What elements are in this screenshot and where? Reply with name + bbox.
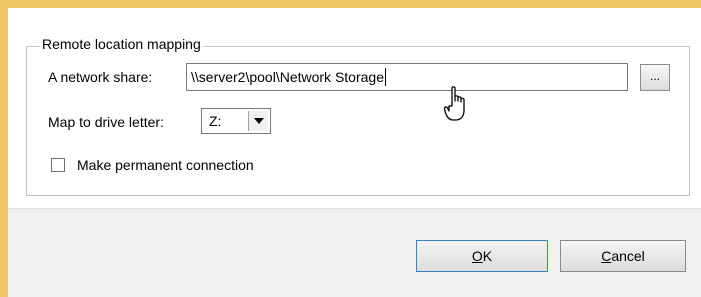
permanent-connection-label[interactable]: Make permanent connection	[77, 155, 254, 175]
network-share-input[interactable]: \\server2\pool\Network Storage	[186, 63, 628, 91]
dropdown-arrow-icon[interactable]	[248, 111, 268, 131]
ok-accelerator: O	[471, 248, 483, 264]
drive-letter-value: Z:	[209, 113, 222, 129]
cancel-button[interactable]: Cancel	[560, 240, 686, 272]
drive-letter-label: Map to drive letter:	[48, 114, 164, 130]
text-caret	[384, 68, 386, 86]
window-top-frame	[0, 0, 701, 8]
permanent-connection-checkbox[interactable]	[51, 158, 65, 172]
cancel-label-rest: ancel	[611, 248, 645, 264]
cancel-accelerator: C	[601, 248, 612, 264]
drive-letter-select[interactable]: Z:	[201, 108, 271, 134]
ok-label-rest: K	[482, 248, 493, 264]
browse-button[interactable]: ...	[640, 64, 670, 91]
network-share-label: A network share:	[48, 69, 153, 85]
group-title: Remote location mapping	[40, 34, 203, 54]
network-share-value: \\server2\pool\Network Storage	[191, 69, 384, 85]
hand-pointer-icon	[444, 86, 465, 121]
ok-button[interactable]: OK	[416, 240, 548, 272]
window-left-frame	[0, 0, 8, 297]
